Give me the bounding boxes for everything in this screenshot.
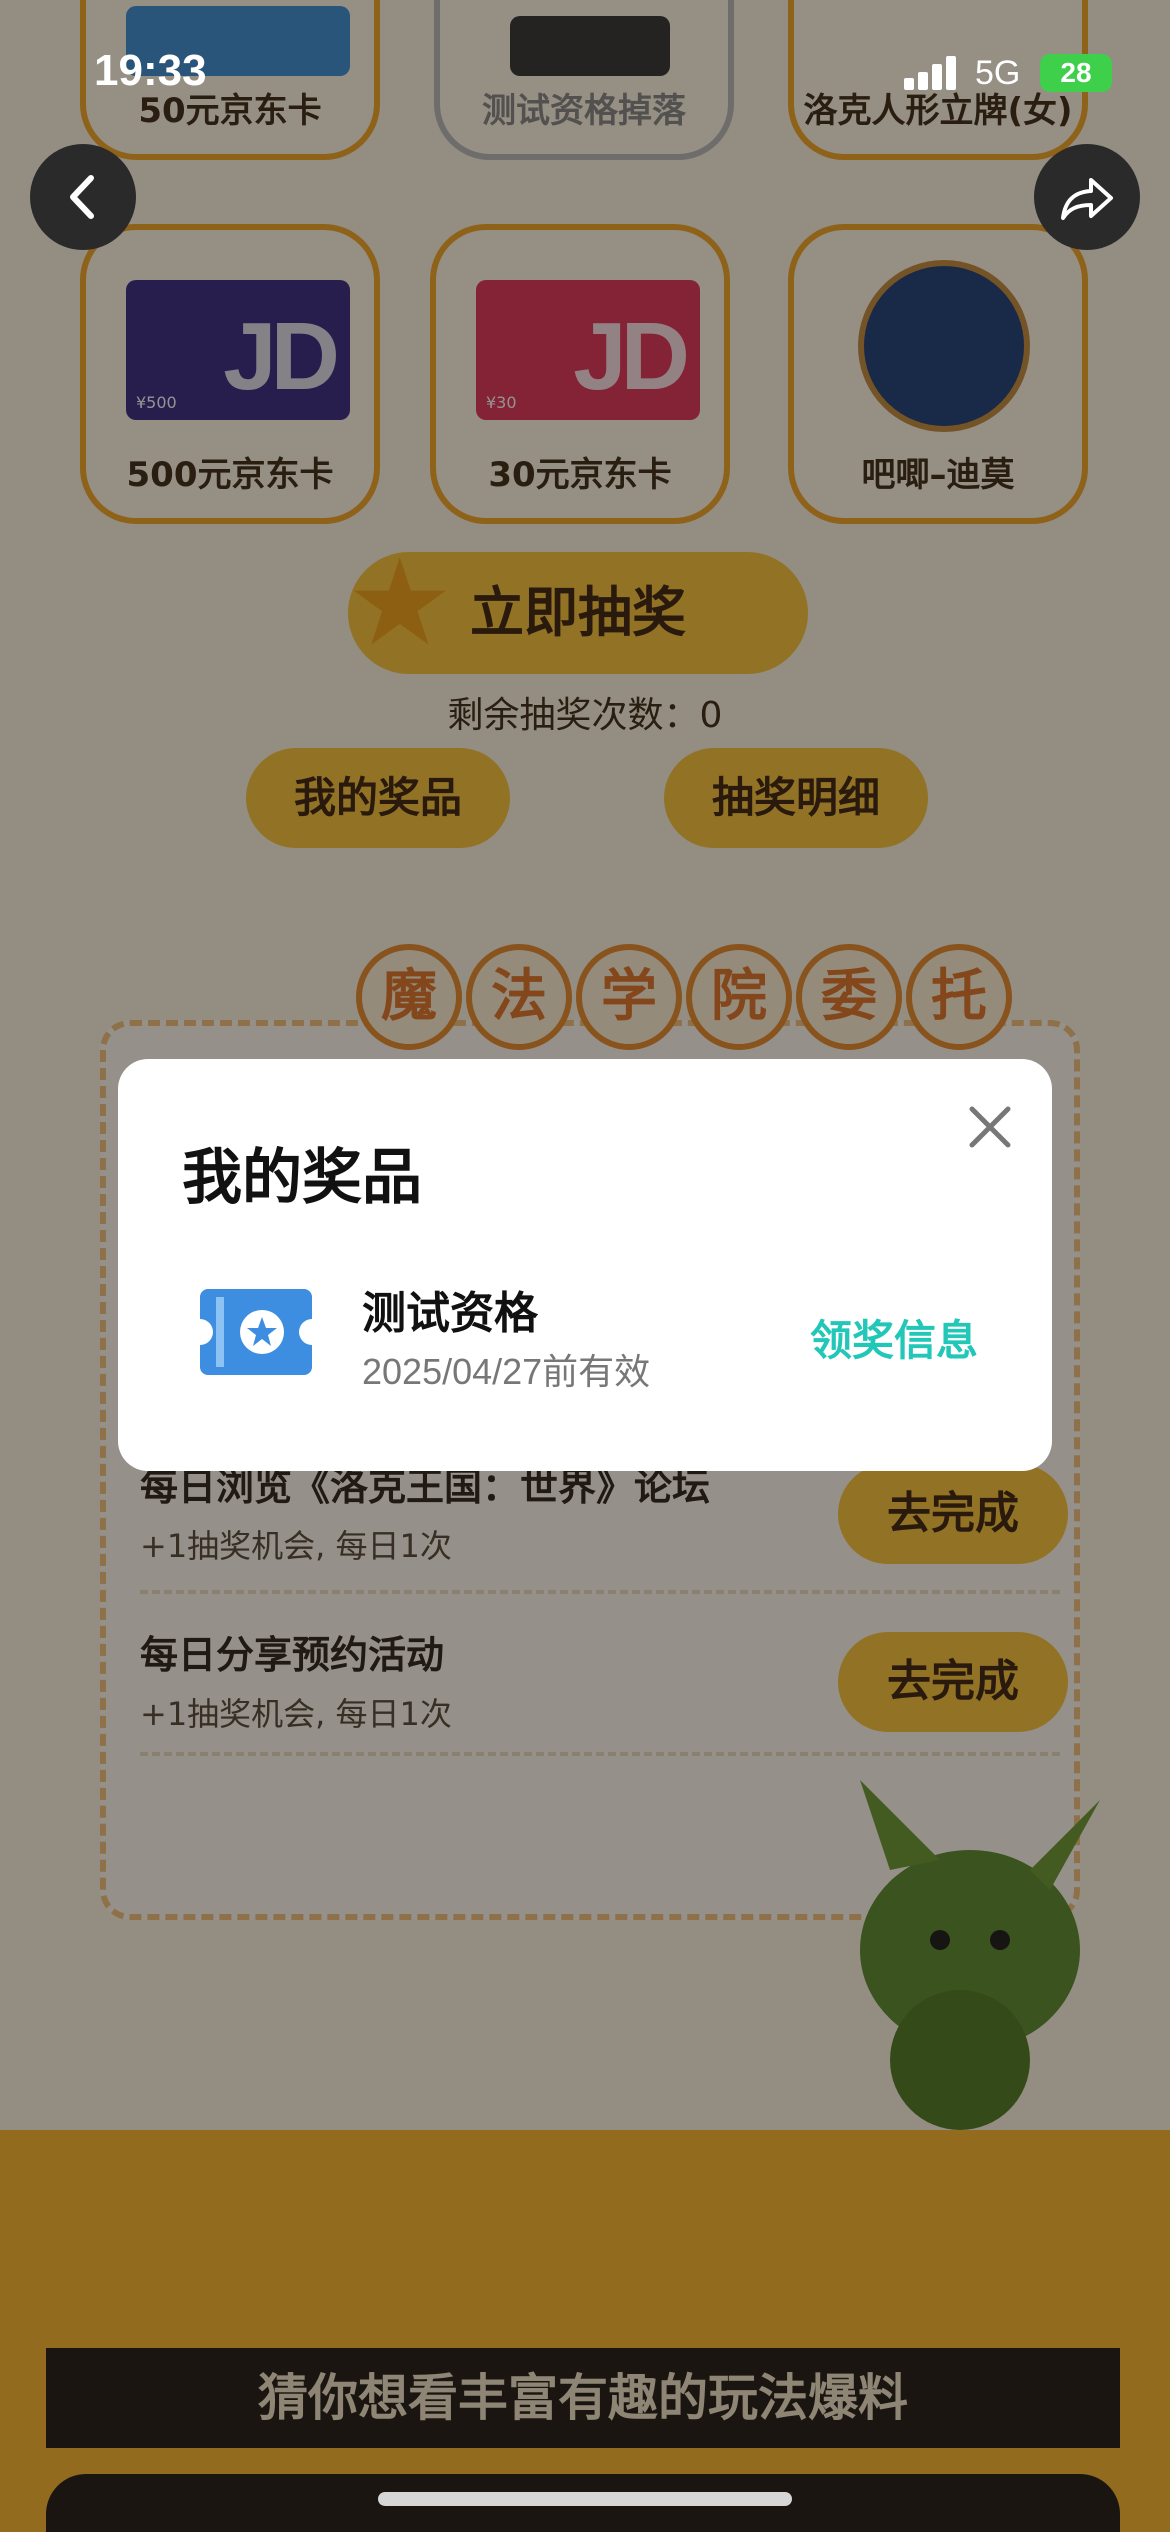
share-arrow-icon <box>1061 178 1113 220</box>
network-type: 5G <box>975 54 1021 92</box>
signal-icon <box>904 56 960 90</box>
back-button[interactable] <box>30 144 136 250</box>
home-indicator <box>378 2492 792 2506</box>
share-button[interactable] <box>1034 144 1140 250</box>
ticket-icon <box>200 1289 312 1375</box>
status-bar: 19:33 5G 28 <box>0 0 1170 140</box>
battery-icon: 28 <box>1040 54 1112 92</box>
claim-info-link[interactable]: 领奖信息 <box>810 1307 978 1368</box>
prize-item-name: 测试资格 <box>362 1288 538 1339</box>
my-prizes-dialog: 我的奖品 测试资格 2025/04/27前有效 领奖信息 <box>118 1059 1052 1471</box>
clock: 19:33 <box>94 46 207 95</box>
close-icon[interactable] <box>958 1095 1022 1159</box>
prize-item-validity: 2025/04/27前有效 <box>362 1351 651 1392</box>
chevron-left-icon <box>70 175 94 219</box>
dialog-title: 我的奖品 <box>182 1143 422 1213</box>
